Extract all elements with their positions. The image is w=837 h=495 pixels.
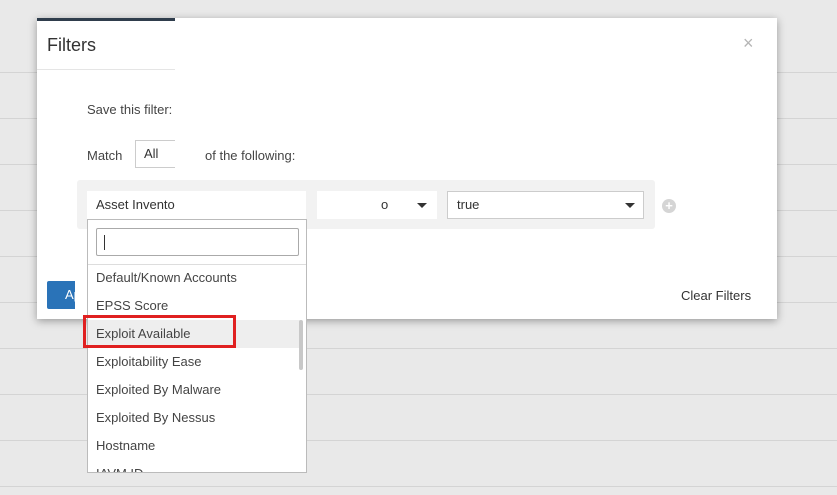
scrollbar-thumb[interactable] [299,320,303,370]
close-icon[interactable]: × [743,33,754,54]
list-item[interactable]: Default/Known Accounts [88,264,300,292]
list-item[interactable]: Exploitability Ease [88,348,300,376]
following-label: of the following: [205,148,296,163]
dropdown-list: Default/Known Accounts EPSS Score Exploi… [88,264,300,472]
modal-title: Filters [47,35,96,55]
operator-value: o [381,197,389,212]
clear-filters-link[interactable]: Clear Filters [681,288,751,303]
dropdown-search-input[interactable] [96,228,299,256]
add-rule-icon[interactable]: + [662,199,676,213]
text-cursor [104,235,105,250]
title-divider [37,69,175,70]
highlight-box [83,315,236,348]
modal-top-accent [37,18,175,21]
apply-button[interactable]: Apply [47,281,75,309]
list-item[interactable]: Exploited By Malware [88,376,300,404]
operator-select[interactable]: o [317,191,437,219]
caret-down-icon [625,203,635,208]
match-select[interactable]: All [135,140,175,168]
table-row-divider [0,486,837,487]
match-label: Match [87,148,123,163]
value-select[interactable]: true [447,191,644,219]
list-item[interactable]: Hostname [88,432,300,460]
save-filter-label: Save this filter: [87,102,173,117]
field-select[interactable]: Asset Invento [87,191,306,219]
list-item[interactable]: IAVM ID [88,460,300,472]
list-item[interactable]: Exploited By Nessus [88,404,300,432]
caret-down-icon [417,203,427,208]
value-text: true [457,197,480,212]
dropdown-scrollbar[interactable] [299,264,306,472]
